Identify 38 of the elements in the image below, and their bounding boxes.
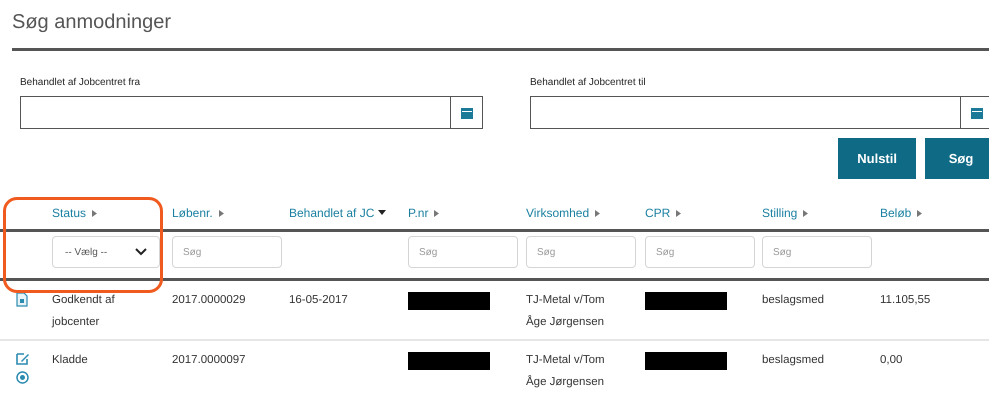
circle-icon[interactable] <box>16 371 29 384</box>
table-cell-text: Godkendt af jobcenter <box>52 293 116 330</box>
page-title: Søg anmodninger <box>12 10 172 35</box>
column-header[interactable]: Løbenr. <box>172 205 289 221</box>
column-header[interactable]: CPR <box>645 205 762 221</box>
search-field[interactable]: Søg <box>172 236 282 268</box>
search-field[interactable]: Søg <box>762 236 872 268</box>
search-field[interactable]: Søg <box>645 236 755 268</box>
calendar-icon[interactable] <box>460 106 474 120</box>
edit-icon[interactable] <box>16 352 30 365</box>
column-header[interactable]: Stilling <box>762 205 880 221</box>
document-icon[interactable] <box>16 292 28 307</box>
date-field[interactable] <box>530 96 989 129</box>
column-header[interactable]: Behandlet af JC <box>289 205 408 221</box>
table-cell-text: 2017.0000097 <box>172 353 247 368</box>
calendar-icon[interactable] <box>970 106 984 120</box>
status-select[interactable]: -- Vælg -- <box>52 236 160 268</box>
date-field[interactable] <box>20 96 483 129</box>
field-label: Behandlet af Jobcentret fra <box>20 76 142 90</box>
column-header[interactable]: Status <box>52 205 172 221</box>
table-cell-text: beslagsmed <box>762 293 826 308</box>
table-cell-text: beslagsmed <box>762 353 826 368</box>
table-cell-text: 16-05-2017 <box>289 293 349 308</box>
table-cell-text: TJ-Metal v/Tom Åge Jørgensen <box>526 353 606 390</box>
action-button[interactable]: Søg <box>925 138 989 179</box>
search-field[interactable]: Søg <box>526 236 636 268</box>
column-header[interactable]: Virksomhed <box>526 205 645 221</box>
table-cell-text: 11.105,55 <box>880 293 932 308</box>
column-header[interactable]: P.nr <box>408 205 526 221</box>
action-button[interactable]: Nulstil <box>838 138 916 179</box>
column-header[interactable]: Beløb <box>880 205 989 221</box>
table-cell-text: 2017.0000029 <box>172 293 247 308</box>
table-cell-text: Kladde <box>52 353 89 368</box>
field-label: Behandlet af Jobcentret til <box>530 76 647 90</box>
search-field[interactable]: Søg <box>408 236 518 268</box>
table-cell-text: TJ-Metal v/Tom Åge Jørgensen <box>526 293 606 330</box>
chevron-down-icon <box>135 248 147 256</box>
table-cell-text: 0,00 <box>880 353 904 368</box>
